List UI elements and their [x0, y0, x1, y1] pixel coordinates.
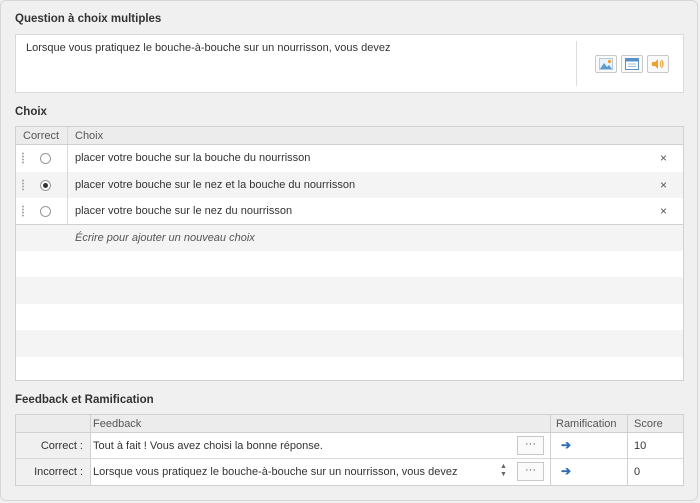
add-choice-placeholder[interactable]: Écrire pour ajouter un nouveau choix: [75, 232, 255, 244]
insert-window-button[interactable]: [621, 55, 643, 73]
feedback-label-cell: Incorrect :: [16, 459, 90, 485]
question-section-title: Question à choix multiples: [15, 13, 162, 25]
score-value[interactable]: 0: [634, 466, 640, 478]
feedback-table: Feedback Ramification Score Correct : To…: [15, 414, 684, 486]
choice-row[interactable]: placer votre bouche sur la bouche du nou…: [16, 145, 683, 172]
empty-row: [16, 251, 683, 278]
column-divider: [67, 171, 68, 198]
feedback-label: Incorrect :: [34, 466, 83, 478]
question-editor[interactable]: Lorsque vous pratiquez le bouche-à-bouch…: [15, 34, 684, 93]
insert-audio-button[interactable]: [647, 55, 669, 73]
more-options-button[interactable]: ···: [517, 436, 544, 455]
column-divider: [67, 127, 68, 144]
feedback-table-header: Feedback Ramification Score: [16, 415, 683, 433]
column-divider: [90, 415, 91, 432]
feedback-text[interactable]: Tout à fait ! Vous avez choisi la bonne …: [93, 440, 323, 452]
delete-choice-button[interactable]: ×: [660, 151, 667, 165]
column-divider: [90, 433, 91, 458]
choice-text[interactable]: placer votre bouche sur la bouche du nou…: [75, 152, 310, 164]
feedback-section-title: Feedback et Ramification: [15, 394, 154, 406]
toolbar-divider: [576, 41, 577, 86]
column-divider: [627, 415, 628, 432]
column-divider: [550, 433, 551, 458]
choice-row[interactable]: placer votre bouche sur le nez du nourri…: [16, 198, 683, 225]
delete-choice-button[interactable]: ×: [660, 178, 667, 192]
score-value[interactable]: 10: [634, 440, 646, 452]
question-text[interactable]: Lorsque vous pratiquez le bouche-à-bouch…: [26, 42, 390, 54]
empty-row: [16, 304, 683, 331]
choice-text[interactable]: placer votre bouche sur le nez et la bou…: [75, 179, 355, 191]
column-header-feedback: Feedback: [93, 418, 142, 430]
empty-row: [16, 330, 683, 357]
choice-text[interactable]: placer votre bouche sur le nez du nourri…: [75, 205, 292, 217]
feedback-row-incorrect: Incorrect : Lorsque vous pratiquez le bo…: [16, 459, 683, 485]
column-divider: [67, 145, 68, 172]
delete-choice-button[interactable]: ×: [660, 204, 667, 218]
column-header-choice: Choix: [75, 130, 104, 142]
feedback-text[interactable]: Lorsque vous pratiquez le bouche-à-bouch…: [93, 466, 457, 478]
column-divider: [550, 459, 551, 485]
feedback-label: Correct :: [40, 440, 83, 452]
column-header-score: Score: [634, 418, 663, 430]
column-divider: [627, 433, 628, 458]
insert-image-button[interactable]: [595, 55, 617, 73]
correct-radio-selected[interactable]: [40, 179, 51, 191]
drag-handle-icon[interactable]: [22, 178, 24, 191]
window-icon: [625, 58, 639, 70]
speaker-icon: [652, 59, 664, 69]
choices-section-title: Choix: [15, 106, 47, 118]
choices-table-header: Correct Choix: [16, 127, 683, 145]
correct-radio[interactable]: [40, 153, 51, 164]
drag-handle-icon[interactable]: [22, 152, 24, 164]
branch-arrow-icon[interactable]: ➔: [561, 464, 571, 478]
column-header-correct: Correct: [23, 130, 60, 142]
choices-table: Correct Choix placer votre bouche sur la…: [15, 126, 684, 381]
branch-arrow-icon[interactable]: ➔: [561, 438, 571, 452]
feedback-label-cell: Correct :: [16, 433, 90, 458]
column-header-branching: Ramification: [556, 418, 617, 430]
add-choice-row[interactable]: Écrire pour ajouter un nouveau choix: [16, 224, 683, 251]
more-options-button[interactable]: ···: [517, 462, 544, 481]
feedback-row-correct: Correct : Tout à fait ! Vous avez choisi…: [16, 433, 683, 459]
column-divider: [550, 415, 551, 432]
empty-row: [16, 277, 683, 304]
empty-row: [16, 357, 683, 381]
choice-row[interactable]: placer votre bouche sur le nez et la bou…: [16, 171, 683, 198]
column-divider: [90, 459, 91, 485]
image-icon: [599, 58, 613, 70]
question-media-toolbar: [595, 55, 669, 73]
correct-radio[interactable]: [40, 206, 51, 217]
column-divider: [67, 198, 68, 224]
column-divider: [627, 459, 628, 485]
drag-handle-icon[interactable]: [22, 205, 24, 217]
scroll-arrows-icon[interactable]: ▲ ▼: [500, 463, 507, 479]
